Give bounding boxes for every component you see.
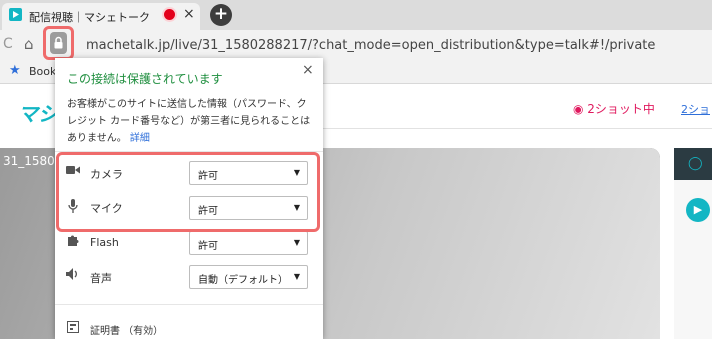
chevron-down-icon: ▼ [293, 238, 300, 247]
chat-icon[interactable]: ◯ [688, 156, 703, 171]
popup-divider [55, 304, 323, 305]
recording-icon [164, 9, 175, 20]
select-value: 自動（デフォルト） [198, 275, 288, 286]
permission-label: 音声 [90, 272, 112, 285]
popup-description-text: お客様がこのサイトに送信した情報（パスワード、クレジット カード番号など）が第三… [67, 99, 311, 144]
chevron-down-icon: ▼ [293, 272, 300, 281]
play-button[interactable]: ▶ [686, 198, 710, 222]
twoshot-link[interactable]: 2ショ [681, 101, 710, 117]
video-label: 31_1580 [3, 154, 55, 168]
site-logo[interactable]: マシ [18, 98, 58, 127]
header-divider [320, 128, 712, 129]
popup-description: お客様がこのサイトに送信した情報（パスワード、クレジット カード番号など）が第三… [67, 96, 311, 147]
permission-label: Flash [90, 236, 119, 249]
address-bar-url[interactable]: machetalk.jp/live/31_1580288217/?chat_mo… [86, 38, 655, 53]
twoshot-status: ◉ 2ショット中 [573, 102, 655, 116]
new-tab-button[interactable]: + [210, 4, 232, 26]
sound-permission-select[interactable]: 自動（デフォルト） ▼ [189, 265, 308, 289]
permission-highlight-frame [56, 152, 320, 232]
home-icon[interactable]: ⌂ [24, 35, 34, 53]
speaker-icon [66, 268, 80, 283]
lock-highlight-frame [43, 26, 74, 60]
bookmarks-label[interactable]: Book [29, 65, 56, 78]
tab-title: 配信視聴｜マシェトーク [29, 11, 150, 24]
select-value: 許可 [198, 241, 218, 252]
certificate-link[interactable]: 証明書 （有効） [90, 322, 163, 337]
flash-permission-select[interactable]: 許可 ▼ [189, 231, 308, 255]
puzzle-icon [66, 234, 80, 251]
popup-close-icon[interactable]: × [302, 62, 314, 78]
details-link[interactable]: 詳細 [130, 133, 150, 144]
bookmark-star-icon[interactable]: ★ [9, 63, 21, 78]
tab-close-icon[interactable]: × [183, 6, 195, 22]
reload-icon[interactable]: C [3, 36, 13, 52]
popup-title: この接続は保護されています [67, 72, 223, 86]
certificate-icon [67, 321, 79, 336]
site-favicon-icon [9, 8, 22, 21]
